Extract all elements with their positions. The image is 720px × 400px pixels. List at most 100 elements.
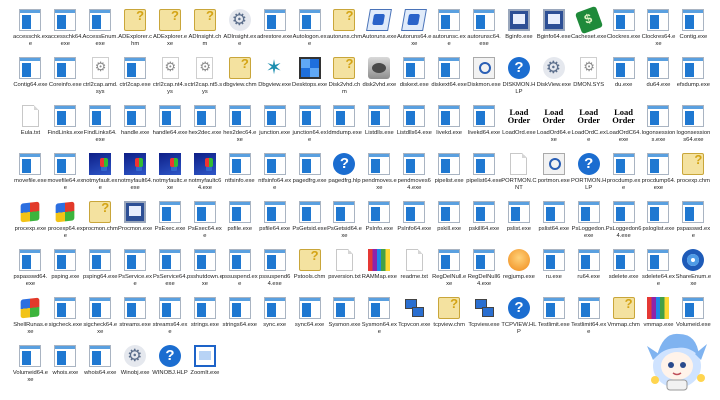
file-item-coreinfo[interactable]: Coreinfo.exe <box>48 56 83 104</box>
file-item-ru[interactable]: ru.exe <box>536 248 571 296</box>
file-item-handle64[interactable]: handle64.exe <box>153 104 188 152</box>
file-item-cacheset[interactable]: Cacheset.exe <box>571 5 606 56</box>
file-item-livekd64[interactable]: livekd64.exe <box>467 104 502 152</box>
file-item-junction[interactable]: junction.exe <box>257 104 292 152</box>
file-item-sync64[interactable]: sync64.exe <box>292 296 327 344</box>
file-item-sdelete[interactable]: sdelete.exe <box>606 248 641 296</box>
file-item-diskmon[interactable]: DISKMON.HLP <box>501 56 536 104</box>
file-item-autoruns64[interactable]: Autoruns64.exe <box>397 8 432 56</box>
file-item-loadordc64[interactable]: LoadOrdC64.exe <box>606 104 641 152</box>
file-item-adexplorer[interactable]: ADExplorer.chm <box>118 8 153 56</box>
file-item-pslist[interactable]: pslist.exe <box>501 200 536 248</box>
file-item-pendmoves[interactable]: pendmoves.exe <box>362 152 397 200</box>
file-item-psping[interactable]: psping.exe <box>48 248 83 296</box>
file-item-psloggedon[interactable]: PsLoggedon.exe <box>571 200 606 248</box>
file-item-listdlls64[interactable]: Listdlls64.exe <box>397 104 432 152</box>
file-item-psgetsid64[interactable]: PsGetsid64.exe <box>327 200 362 248</box>
file-item-psshutdown[interactable]: psshutdown.exe <box>187 248 223 296</box>
file-item-winobj[interactable]: Winobj.exe <box>118 344 153 392</box>
file-item-contig64[interactable]: Contig64.exe <box>13 56 48 104</box>
file-item-livekd[interactable]: livekd.exe <box>432 104 467 152</box>
file-item-pssuspend64[interactable]: pssuspend64.exe <box>257 248 292 296</box>
file-item-pstools[interactable]: Pstools.chm <box>292 248 327 296</box>
file-item-accessenum[interactable]: AccessEnum.exe <box>83 8 118 56</box>
file-item-sysmon[interactable]: Sysmon.exe <box>327 296 362 344</box>
file-item-movefile[interactable]: movefile.exe <box>13 152 48 200</box>
file-item-listdlls[interactable]: Listdlls.exe <box>362 104 397 152</box>
file-item-sigcheck64[interactable]: sigcheck64.exe <box>83 296 118 344</box>
file-item-handle[interactable]: handle.exe <box>118 104 153 152</box>
file-item-diskview[interactable]: DiskView.exe <box>536 56 571 104</box>
file-item-contig[interactable]: Contig.exe <box>676 8 711 56</box>
file-item-ntfsinfo64[interactable]: ntfsinfo64.exe <box>257 152 292 200</box>
file-item-clockres64[interactable]: Clockres64.exe <box>641 8 676 56</box>
file-item-strings[interactable]: strings.exe <box>187 296 222 344</box>
file-item-ctrl2cap[interactable]: ctrl2cap.exe <box>118 56 153 104</box>
file-item-procmon[interactable]: Procmon.exe <box>118 200 153 248</box>
file-item-autorunsc[interactable]: autorunsc.exe <box>432 8 467 56</box>
file-item-ru64[interactable]: ru64.exe <box>571 248 606 296</box>
file-item-notmyfault[interactable]: notmyfault.exe <box>83 152 118 200</box>
file-item-bginfo[interactable]: Bginfo.exe <box>501 8 536 56</box>
file-item-ctrl2cap-nt5[interactable]: ctrl2cap.nt5.sys <box>187 56 222 104</box>
file-item-testlimit64[interactable]: Testlimit64.exe <box>571 296 606 344</box>
file-item-findlinks[interactable]: FindLinks.exe <box>47 104 83 152</box>
file-item-accesschk[interactable]: accesschk.exe <box>13 8 48 56</box>
file-item-psservice[interactable]: PsService.exe <box>118 248 153 296</box>
file-item-pagedfrg[interactable]: pagedfrg.exe <box>292 152 327 200</box>
file-item-portmon[interactable]: PORTMON.HLP <box>571 152 606 200</box>
file-item-procdump[interactable]: procdump.exe <box>606 152 641 200</box>
file-item-pipelist[interactable]: pipelist.exe <box>432 152 467 200</box>
file-item-logonsessions64[interactable]: logonsessions64.exe <box>676 104 711 152</box>
file-item-regdelnull64[interactable]: RegDelNull64.exe <box>467 248 502 296</box>
file-item-loadord64[interactable]: LoadOrd64.exe <box>536 104 571 152</box>
file-item-hex2dec[interactable]: hex2dec.exe <box>187 104 222 152</box>
file-item-notmyfaultc64[interactable]: notmyfaultc64.exe <box>187 152 222 200</box>
file-item-psfile64[interactable]: psfile64.exe <box>257 200 292 248</box>
file-item-pskill64[interactable]: pskill64.exe <box>467 200 502 248</box>
file-item-psloggedon64[interactable]: PsLoggedon64.exe <box>606 200 641 248</box>
file-item-vmmap[interactable]: Vmmap.chm <box>606 296 641 344</box>
file-item-loadordc[interactable]: LoadOrdC.exe <box>571 104 606 152</box>
file-item-whois[interactable]: whois.exe <box>48 344 83 392</box>
file-item-du64[interactable]: du64.exe <box>641 56 676 104</box>
file-item-notmyfaultc[interactable]: notmyfaultc.exe <box>153 152 188 200</box>
file-item-regjump[interactable]: regjump.exe <box>501 248 536 296</box>
file-item-whois64[interactable]: whois64.exe <box>83 344 118 392</box>
file-item-dbgview[interactable]: Dbgview.exe <box>257 55 292 104</box>
file-item-autoruns[interactable]: Autoruns.exe <box>362 8 397 56</box>
file-item-psservice64[interactable]: PsService64.exe <box>153 248 188 296</box>
file-item-pagedfrg[interactable]: pagedfrg.hlp <box>327 152 362 200</box>
file-item-movefile64[interactable]: movefile64.exe <box>47 152 83 200</box>
file-item-procexp[interactable]: procexp.chm <box>676 152 711 200</box>
file-item-sync[interactable]: sync.exe <box>257 296 292 344</box>
file-item-findlinks64[interactable]: FindLinks64.exe <box>83 104 118 152</box>
file-item-autoruns[interactable]: autoruns.chm <box>327 8 362 56</box>
file-item-adinsight[interactable]: ADInsight.exe <box>222 8 257 56</box>
file-item-portmon[interactable]: PORTMON.CNT <box>501 152 537 200</box>
file-item-efsdump[interactable]: efsdump.exe <box>676 56 711 104</box>
file-item-hex2dec64[interactable]: hex2dec64.exe <box>222 104 257 152</box>
file-item-diskmon[interactable]: Diskmon.exe <box>467 56 502 104</box>
file-item-loadord[interactable]: LoadOrd.exe <box>501 104 536 152</box>
file-item-sysmon64[interactable]: Sysmon64.exe <box>362 296 397 344</box>
file-item-winobj[interactable]: WINOBJ.HLP <box>152 344 188 392</box>
file-item-adexplorer[interactable]: ADExplorer.exe <box>153 8 188 56</box>
file-item-psexec64[interactable]: PsExec64.exe <box>187 200 222 248</box>
file-item-procdump64[interactable]: procdump64.exe <box>641 152 676 200</box>
file-item-pendmoves64[interactable]: pendmoves64.exe <box>397 152 432 200</box>
file-item-diskext[interactable]: diskext.exe <box>397 56 432 104</box>
file-item-tcpvcon[interactable]: Tcpvcon.exe <box>397 296 432 344</box>
file-item-regdelnull[interactable]: RegDelNull.exe <box>432 248 467 296</box>
file-item-tcpview[interactable]: Tcpview.exe <box>467 296 502 344</box>
file-item-pspasswd64[interactable]: pspasswd64.exe <box>13 248 48 296</box>
file-item-disk2vhd[interactable]: disk2vhd.exe <box>362 56 397 104</box>
file-item-shareenum[interactable]: ShareEnum.exe <box>676 248 711 296</box>
file-item-strings64[interactable]: strings64.exe <box>222 296 257 344</box>
file-item-du[interactable]: du.exe <box>606 56 641 104</box>
file-item-psgetsid[interactable]: PsGetsid.exe <box>292 200 327 248</box>
file-item-volumeid64[interactable]: Volumeid64.exe <box>13 344 48 392</box>
file-item-autorunsc64[interactable]: autorunsc64.exe <box>467 8 502 56</box>
file-item-desktops[interactable]: Desktops.exe <box>292 56 327 104</box>
file-item-ntfsinfo[interactable]: ntfsinfo.exe <box>222 152 257 200</box>
